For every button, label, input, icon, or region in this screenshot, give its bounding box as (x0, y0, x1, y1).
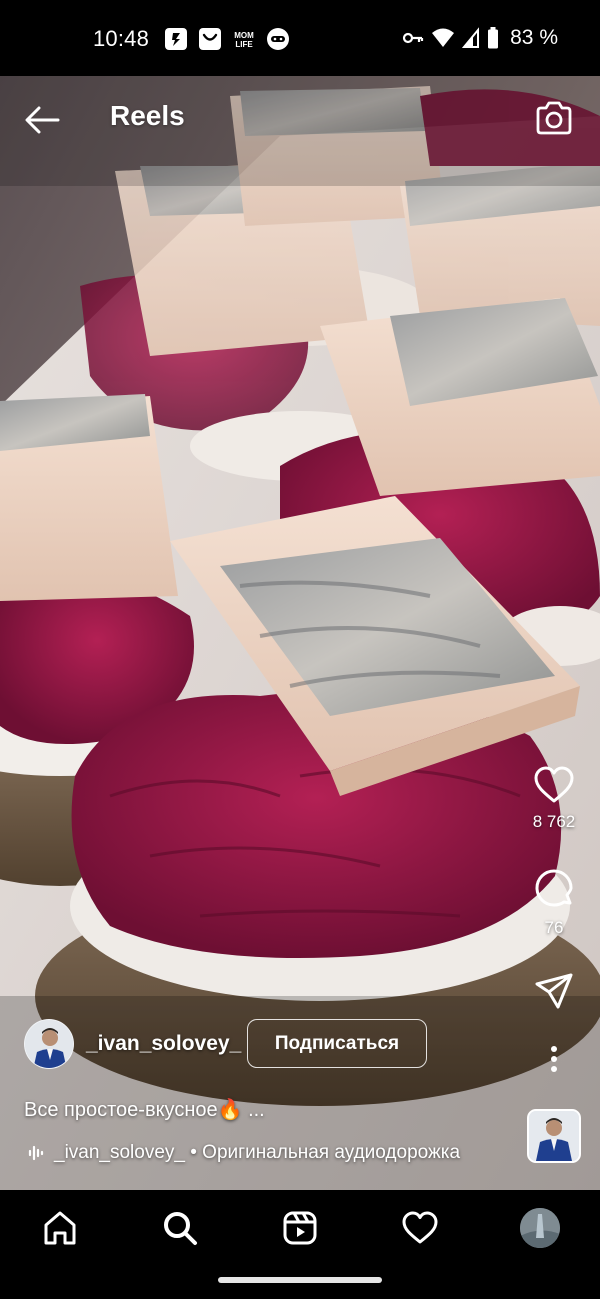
system-status: 83 % (402, 26, 558, 50)
comments-count: 76 (544, 918, 564, 937)
username[interactable]: _ivan_solovey_ (86, 1032, 241, 1056)
audio-text: _ivan_solovey_ • Оригинальная аудиодорож… (54, 1142, 461, 1163)
gamepad-icon (267, 28, 289, 50)
arrow-left-icon (25, 106, 60, 134)
heart-icon (402, 1211, 438, 1244)
audio-thumbnail[interactable] (527, 1109, 581, 1163)
comment-bubble-icon[interactable] (533, 868, 575, 910)
send-icon[interactable] (534, 972, 574, 1010)
person-photo (529, 1111, 579, 1161)
search-icon (164, 1212, 197, 1245)
caption[interactable]: Все простое-вкусное🔥 ... (24, 1097, 265, 1122)
nav-search[interactable] (150, 1206, 210, 1250)
battery-percentage: 83 % (510, 26, 558, 49)
app-notification-icon (165, 28, 187, 50)
audio-wave-icon (28, 1145, 44, 1161)
svg-text:LIFE: LIFE (235, 40, 253, 49)
follow-button[interactable]: Подписаться (247, 1019, 427, 1068)
camera-icon (536, 101, 572, 135)
wifi-icon (432, 28, 455, 47)
home-indicator[interactable] (218, 1277, 382, 1283)
person-photo (25, 1020, 73, 1068)
status-bar: 10:48 MOM LIFE 83 % (0, 0, 600, 76)
likes-count: 8 762 (532, 812, 576, 831)
svg-text:MOM: MOM (234, 31, 254, 40)
page-title: Reels (110, 100, 185, 131)
reels-icon (283, 1211, 317, 1245)
audio-info[interactable]: _ivan_solovey_ • Оригинальная аудиодорож… (28, 1142, 460, 1164)
more-vertical-icon[interactable] (549, 1045, 559, 1075)
camera-button[interactable] (534, 100, 574, 136)
home-icon (44, 1211, 76, 1245)
comment-action: 76 (524, 868, 584, 938)
author-avatar[interactable] (24, 1019, 74, 1069)
share-action (524, 972, 584, 1010)
nav-reels[interactable] (270, 1206, 330, 1250)
battery-icon (488, 27, 499, 49)
like-action: 8 762 (524, 766, 584, 832)
nav-home[interactable] (30, 1206, 90, 1250)
more-action (524, 1045, 584, 1075)
status-time: 10:48 (93, 26, 150, 51)
cell-signal-icon (462, 27, 480, 48)
back-button[interactable] (22, 104, 62, 136)
nav-activity[interactable] (390, 1206, 450, 1250)
profile-avatar (520, 1208, 560, 1248)
shopping-bag-icon (199, 28, 221, 50)
key-icon (403, 32, 424, 44)
heart-icon[interactable] (533, 766, 575, 804)
nav-profile[interactable] (510, 1206, 570, 1250)
mom-life-icon: MOM LIFE (233, 28, 255, 50)
